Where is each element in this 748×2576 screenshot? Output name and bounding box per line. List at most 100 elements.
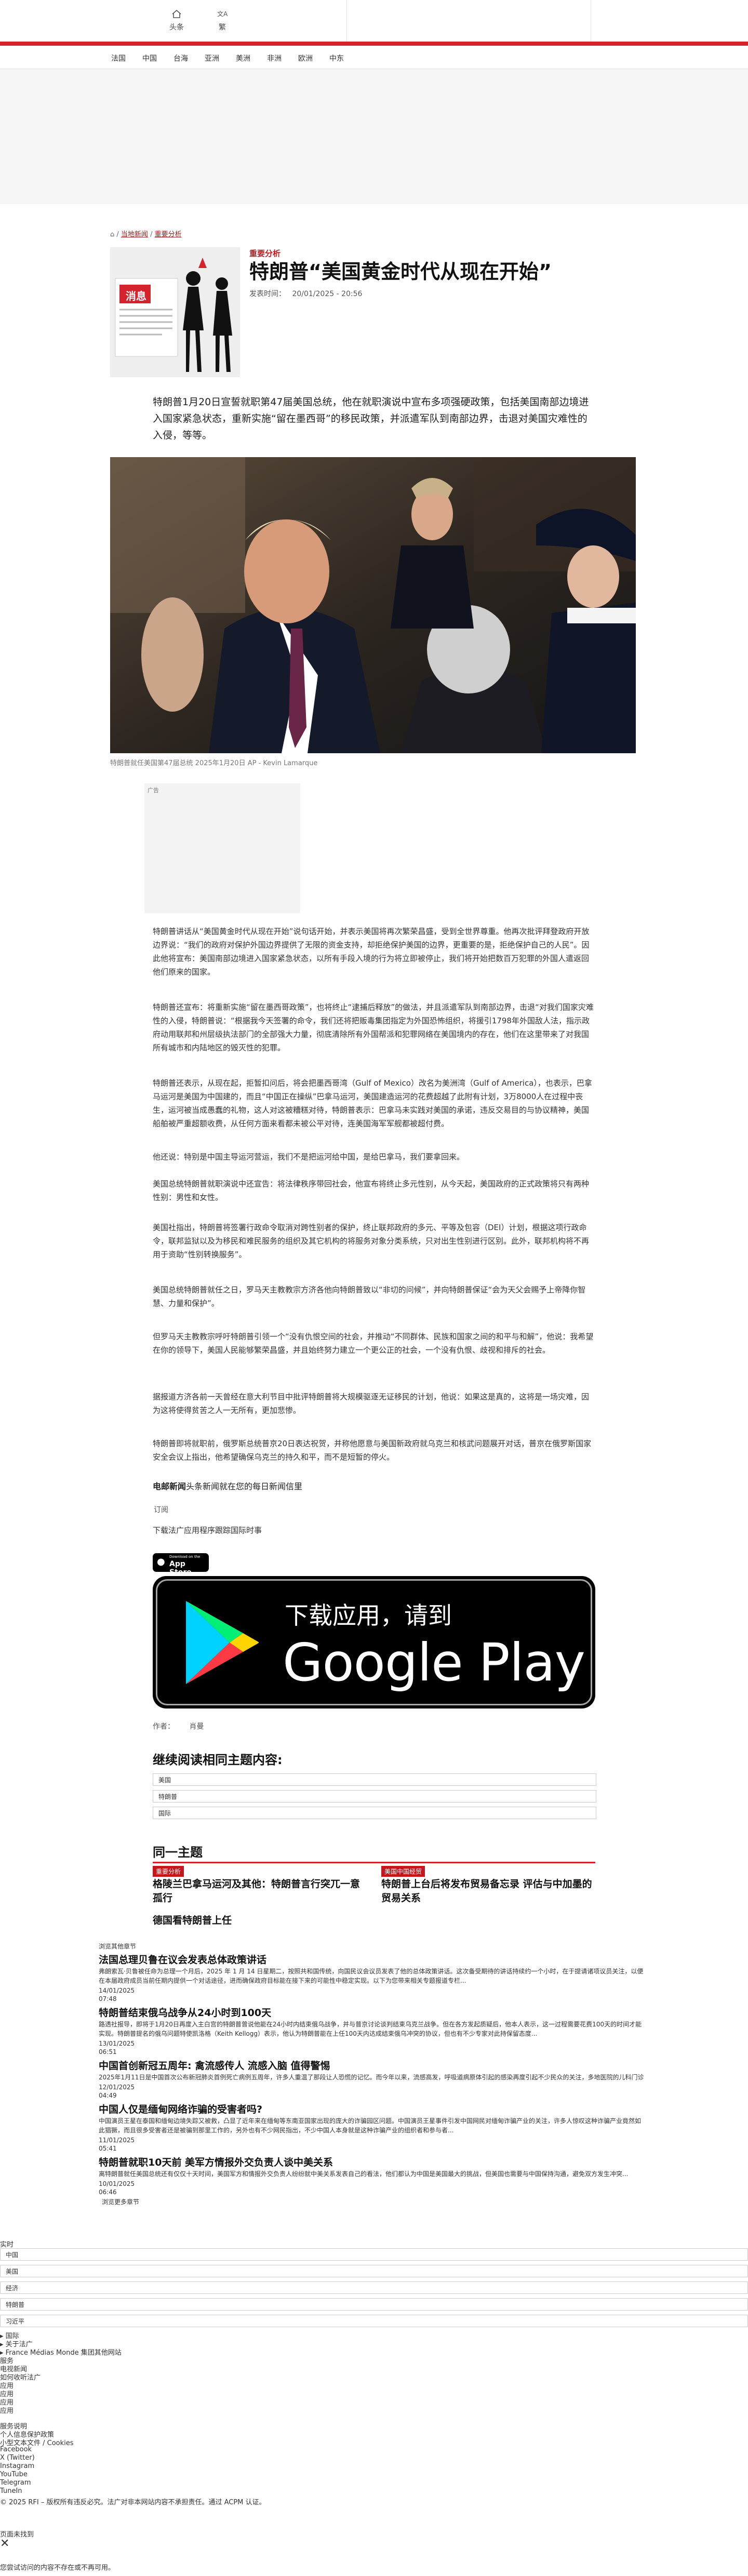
not-found-text: 您尝试访问的内容不存在或不再可用。	[0, 2564, 115, 2572]
article-paragraph: 特朗普还表示，从现在起，拒暂扣问后，将会把墨西哥湾（Gulf of Mexico…	[153, 1078, 592, 1128]
breadcrumb-link[interactable]: 重要分析	[155, 231, 182, 238]
language-label: 繁	[219, 23, 226, 32]
article-lede: 特朗普1月20日宣誓就职第47届美国总统，他在就职演说中宣布多项强硬政策，包括美…	[153, 396, 589, 441]
language-button[interactable]: 文A 繁	[207, 9, 238, 32]
card-title[interactable]: 特朗普上台后将发布贸易备忘录 评估与中加墨的贸易关系	[381, 1877, 594, 1905]
feed-item-title[interactable]: 法国总理贝鲁在议会发表总体政策讲话	[99, 1952, 266, 1966]
article-paragraph: 特朗普即将就职前，俄罗斯总统普京20日表达祝贺，并称他愿意与美国新政府就乌克兰和…	[153, 1439, 592, 1462]
google-play-line2: Google Play	[283, 1632, 585, 1693]
photo-caption: 特朗普就任美国第47届总统 2025年1月20日 AP - Kevin Lama…	[110, 759, 318, 767]
feed-item-body: 中国演员王星在泰国和缅甸边境失踪又被救，凸显了近年来在缅甸等东南亚国家出现的庞大…	[99, 2117, 642, 2134]
card-tag[interactable]: 美国中国经贸	[381, 1866, 425, 1877]
article-paragraph: 据报道方济各前一天曾经在意大利节目中批评特朗普将大规模驱逐无证移民的计划，他说：…	[153, 1392, 590, 1415]
header-divider	[346, 0, 347, 42]
feed-item-date: 13/01/2025	[99, 2040, 135, 2047]
apple-icon: ●	[157, 1556, 165, 1567]
feed-item-body: 2025年1月11日是中国首次公布新冠肺炎首例死亡病例五周年，许多人重温了那段让…	[99, 2074, 644, 2081]
feed-item-time: 06:51	[99, 2048, 117, 2056]
footer-link[interactable]: TuneIn	[0, 2487, 22, 2495]
footer-topic-field[interactable]: 中国	[0, 2248, 748, 2261]
same-topic-heading: 同一主题	[153, 1845, 203, 1860]
card-tag[interactable]: 重要分析	[153, 1866, 184, 1877]
nav-item[interactable]: 美洲	[236, 53, 250, 63]
nav-item[interactable]: 中东	[329, 53, 344, 63]
article-tag[interactable]: 重要分析	[249, 248, 280, 259]
feed-item-date: 10/01/2025	[99, 2180, 135, 2187]
footer-link[interactable]: X (Twitter)	[0, 2454, 35, 2462]
footer-link[interactable]: Telegram	[0, 2479, 31, 2487]
download-app-text: 下载法广应用程序跟踪国际时事	[153, 1526, 262, 1535]
footer-group-link[interactable]: 应用	[0, 2405, 14, 2415]
feed-item-body: 离特朗普就任美国总统还有仅仅十天时间，美国军方和情报外交负责人纷纷就中美关系发表…	[99, 2170, 629, 2178]
page-title: 特朗普“美国黄金时代从现在开始”	[249, 260, 552, 283]
card-title[interactable]: 格陵兰巴拿马运河及其他：特朗普言行突兀一意孤行	[153, 1877, 366, 1905]
google-play-badge[interactable]: 下载应用，请到 Google Play	[153, 1576, 595, 1709]
nav-item[interactable]: 非洲	[267, 53, 282, 63]
newsletter-promo-bold: 电邮新闻	[153, 1481, 186, 1491]
breadcrumb: ⌂ / 当地新闻 / 重要分析	[110, 231, 182, 238]
article-paragraph: 特朗普讲话从“美国黄金时代从现在开始”说句话开始，并表示美国将再次繁荣昌盛，受到…	[153, 927, 590, 977]
author: 作者： 肖曼	[153, 1721, 204, 1731]
footer-topic-field[interactable]: 特朗普	[0, 2298, 748, 2311]
article-paragraph: 特朗普还宣布：将重新实施“留在墨西哥政策”，也将终止“逮捕后释放”的做法，并且派…	[153, 1003, 594, 1052]
feed-item-title[interactable]: 中国人仅是缅甸网络诈骗的受害者吗?	[99, 2102, 262, 2116]
copyright: © 2025 RFI – 版权所有违反必究。法广对非本网站内容不承担责任。通过 …	[0, 2499, 266, 2506]
google-play-icon	[186, 1601, 259, 1684]
author-name[interactable]: 肖曼	[189, 1723, 204, 1731]
article-paragraph: 但罗马天主教教宗呼吁特朗普引领一个“没有仇恨空间的社会，并推动“不同群体、民族和…	[153, 1332, 594, 1355]
feed-item-date: 12/01/2025	[99, 2084, 135, 2091]
translate-icon: 文A	[217, 10, 228, 18]
feed-item-body: 弗朗索瓦·贝鲁被任命为总理一个月后，2025 年 1 月 14 日星期二，按照共…	[99, 1968, 644, 1984]
breadcrumb-link[interactable]: 当地新闻	[121, 231, 148, 238]
nav-item[interactable]: 欧洲	[298, 53, 313, 63]
home-icon[interactable]: ⌂	[110, 231, 114, 238]
feed-item-time: 04:49	[99, 2092, 117, 2099]
article-photo	[110, 457, 636, 753]
topic-tag[interactable]: 美国	[153, 1773, 596, 1786]
app-store-badge[interactable]: ● Download on the App Store	[153, 1553, 209, 1577]
topic-tag[interactable]: 国际	[153, 1807, 596, 1819]
article-paragraph: 美国总统特朗普就任之日，罗马天主教教宗方济各他向特朗普致以“非切的问候”，并向特…	[153, 1285, 586, 1308]
home-label: 头条	[169, 23, 184, 32]
feed-more-link[interactable]: 浏览更多章节	[102, 2197, 139, 2206]
ad-banner	[0, 69, 748, 204]
card-title[interactable]: 德国看特朗普上任	[153, 1914, 366, 1928]
nav-item[interactable]: 中国	[142, 53, 157, 63]
close-icon[interactable]: ✕	[0, 2537, 9, 2550]
publish-date-label: 发表时间：	[249, 290, 286, 298]
feed-item-title[interactable]: 特朗普就职10天前 美军方情报外交负责人谈中美关系	[99, 2155, 333, 2169]
app-store-small: Download on the	[169, 1555, 201, 1559]
brand-bar	[0, 42, 748, 46]
feed-item-date: 14/01/2025	[99, 1987, 135, 1994]
same-topic-rule	[153, 1862, 595, 1863]
publish-date: 发表时间： 20/01/2025 - 20:56	[249, 288, 362, 299]
ad-label: 广告	[148, 787, 159, 794]
subscribe-button[interactable]: 订阅	[154, 1504, 168, 1515]
topic-tag[interactable]: 特朗普	[153, 1790, 596, 1803]
feed-item-time: 06:46	[99, 2188, 117, 2196]
footer-topic-field[interactable]: 习近平	[0, 2315, 748, 2327]
feed-item-time: 05:41	[99, 2145, 117, 2152]
newsletter-promo-text: 头条新闻就在您的每日新闻信里	[186, 1481, 303, 1491]
nav-item[interactable]: 法国	[111, 53, 126, 63]
live-label: 实时	[0, 2241, 14, 2249]
footer-group-link[interactable]: ▸ France Médias Monde 集团其他网站	[0, 2347, 122, 2357]
footer-link[interactable]: Instagram	[0, 2462, 34, 2470]
nav-item[interactable]: 台海	[173, 53, 188, 63]
footer-link[interactable]: YouTube	[0, 2471, 28, 2478]
home-button[interactable]: 头条	[161, 9, 192, 32]
footer-topic-field[interactable]: 经济	[0, 2281, 748, 2294]
feed-header[interactable]: 浏览其他章节	[99, 1942, 136, 1951]
publish-date-value: 20/01/2025 - 20:56	[292, 290, 363, 298]
google-play-line1: 下载应用，请到	[285, 1601, 452, 1630]
newsletter-promo: 电邮新闻头条新闻就在您的每日新闻信里	[153, 1479, 302, 1492]
footer-link[interactable]: Facebook	[0, 2446, 32, 2453]
feed-item-title[interactable]: 中国首创新冠五周年: 禽流感传人 流感入脑 值得警惕	[99, 2058, 330, 2072]
footer-topic-field[interactable]: 美国	[0, 2265, 748, 2277]
feed-item-date: 11/01/2025	[99, 2137, 135, 2144]
article-paragraph: 美国总统特朗普就职演说中还宣告：将法律秩序带回社会，他宣布将终止多元性别，从今天…	[153, 1179, 590, 1202]
author-label: 作者：	[153, 1723, 175, 1731]
feed-item-time: 07:48	[99, 1995, 117, 2003]
nav-item[interactable]: 亚洲	[205, 53, 219, 63]
feed-item-title[interactable]: 特朗普结束俄乌战争从24小时到100天	[99, 2005, 271, 2019]
